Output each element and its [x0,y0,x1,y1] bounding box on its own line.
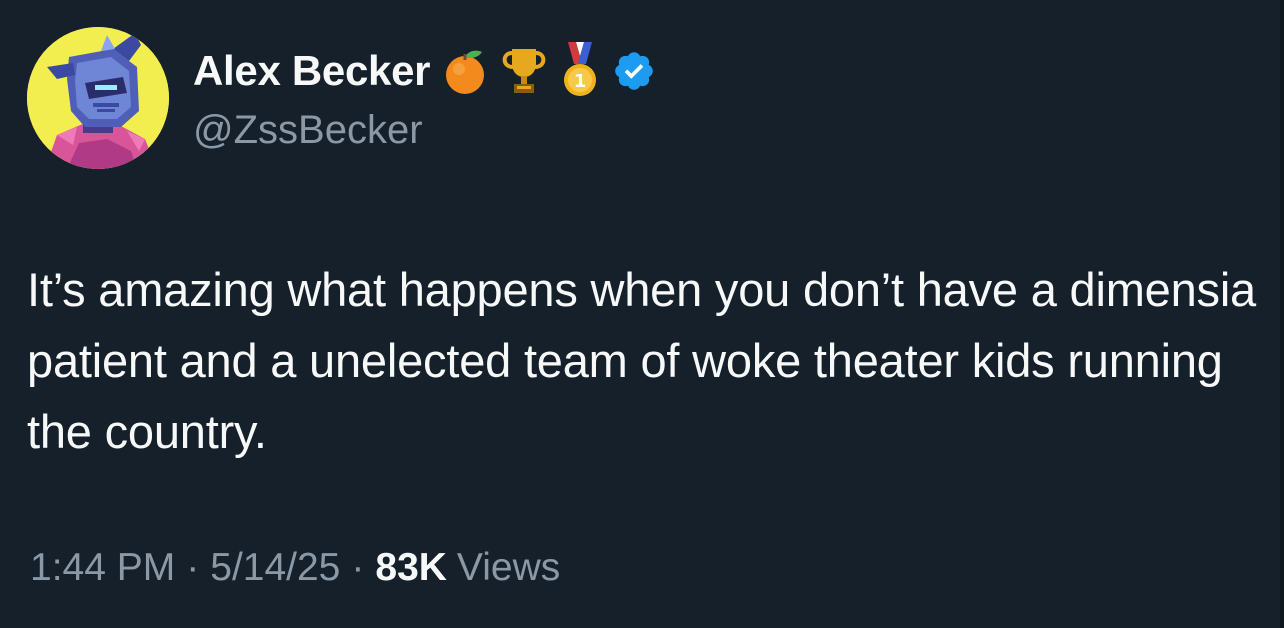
meta-separator: · [351,546,365,589]
tweet-date[interactable]: 5/14/25 [210,546,340,590]
author-display-name[interactable]: Alex Becker [193,47,431,95]
views-count[interactable]: 83K [375,546,447,590]
avatar[interactable] [27,27,169,169]
views-label: Views [456,546,561,589]
meta-separator: · [186,546,200,589]
verified-badge-icon[interactable] [612,49,656,93]
author-name-row: Alex Becker 1 [193,40,656,102]
avatar-robot-image [27,27,169,169]
svg-text:1: 1 [574,71,587,92]
gold-medal-icon: 1 [560,42,600,100]
tweet-time[interactable]: 1:44 PM [30,546,175,590]
trophy-icon [500,45,548,97]
scrollbar-track [1280,0,1284,628]
tweet-text: It’s amazing what happens when you don’t… [27,263,1256,458]
tweet-meta: 1:44 PM · 5/14/25 · 83K Views [30,546,560,590]
tweet-card: Alex Becker 1 @ZssBecker It’s amazing wh… [0,0,1284,628]
orange-icon [442,47,488,95]
author-handle[interactable]: @ZssBecker [193,108,423,153]
